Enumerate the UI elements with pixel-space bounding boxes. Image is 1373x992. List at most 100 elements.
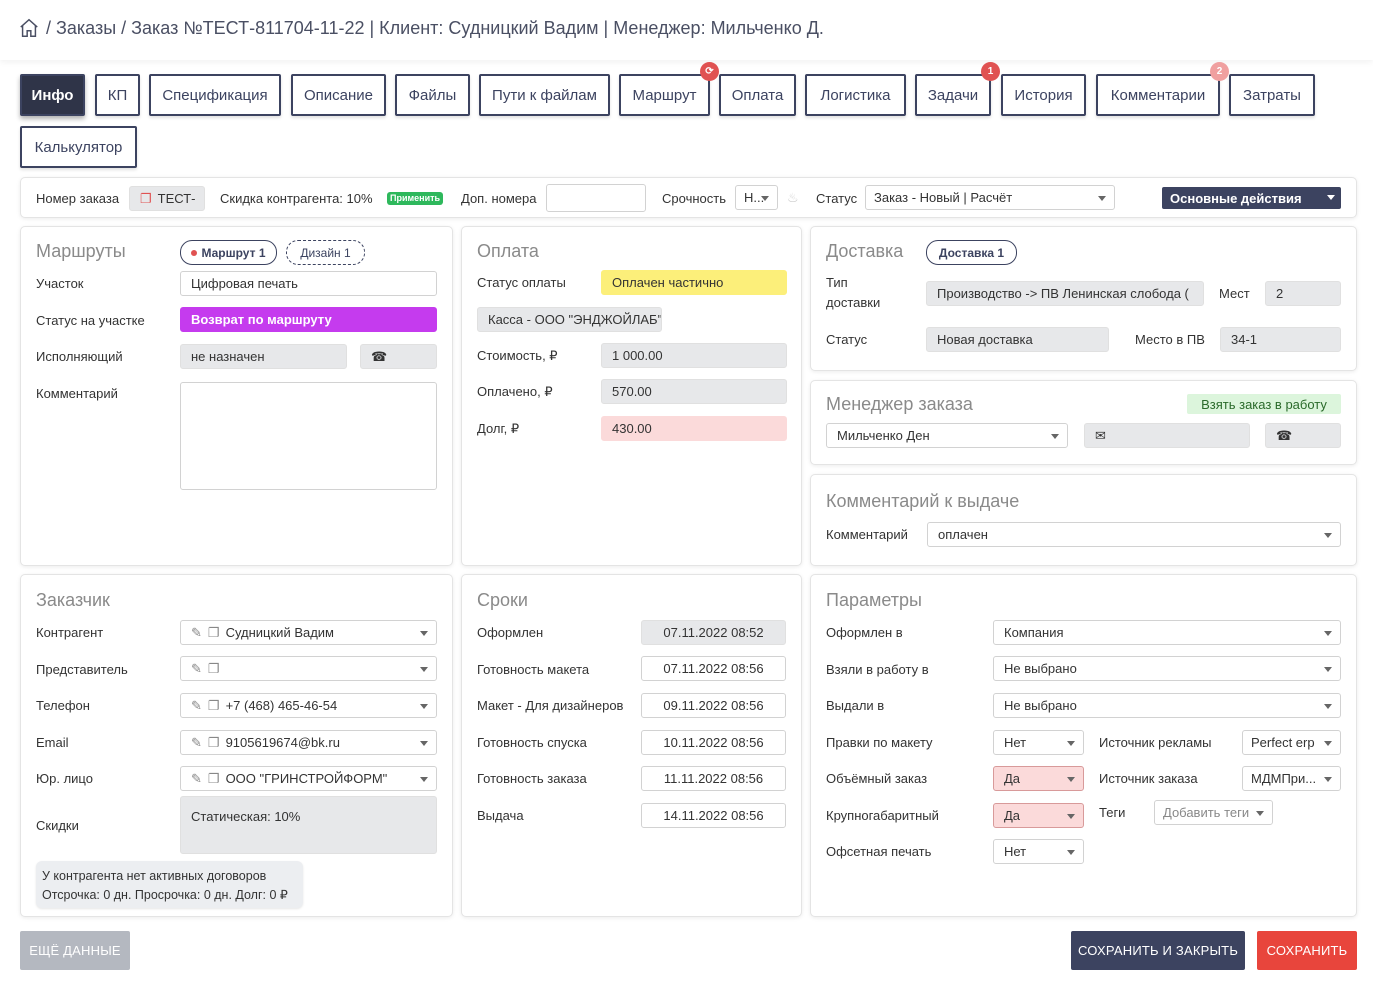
pickup-place-label: Место в ПВ (1135, 332, 1205, 347)
date-layout-ready[interactable]: 07.11.2022 08:56 (641, 656, 786, 681)
phone-label: Телефон (36, 698, 90, 713)
copy-icon[interactable]: ❐ (208, 771, 220, 787)
date-designers[interactable]: 09.11.2022 08:56 (641, 693, 786, 718)
section-input[interactable]: Цифровая печать (180, 271, 437, 296)
taken-in-select[interactable]: Не выбрано (993, 656, 1341, 681)
main-actions-button[interactable]: Основные действия (1162, 187, 1341, 209)
edit-icon[interactable]: ✎ (191, 661, 202, 677)
layout-edits-select[interactable]: Нет (993, 730, 1084, 755)
edit-icon[interactable]: ✎ (191, 625, 202, 641)
tab-files[interactable]: Файлы (395, 74, 470, 116)
edit-icon[interactable]: ✎ (191, 735, 202, 751)
date-imposition[interactable]: 10.11.2022 08:56 (641, 730, 786, 755)
contractor-discount-label: Скидка контрагента: 10% (220, 191, 373, 206)
date-issue[interactable]: 14.11.2022 08:56 (641, 803, 786, 828)
phone-value: +7 (468) 465-46-54 (225, 698, 338, 713)
email-select[interactable]: ✎ ❐ 9105619674@bk.ru (180, 730, 437, 755)
ad-source-select[interactable]: Perfect erp (1242, 730, 1341, 755)
date-label-imposition: Готовность спуска (477, 735, 587, 750)
delivery-title: Доставка (826, 241, 904, 261)
route-1-pill[interactable]: Маршрут 1 (180, 240, 277, 265)
volume-order-select[interactable]: Да (993, 766, 1084, 791)
tab-tasks[interactable]: Задачи 1 (915, 62, 1000, 116)
oversized-select[interactable]: Да (993, 803, 1084, 828)
copy-icon[interactable]: ❐ (208, 661, 220, 677)
tab-expenses[interactable]: Затраты (1229, 74, 1315, 116)
delivery-type-field[interactable]: Производство -> ПВ Ленинская слобода ( (926, 281, 1204, 306)
tab-info[interactable]: Инфо (20, 74, 85, 116)
copy-icon[interactable]: ❐ (208, 735, 220, 751)
legal-entity-select[interactable]: ✎ ❐ ООО "ГРИНСТРОЙФОРМ" (180, 766, 437, 791)
header: / Заказы / Заказ №ТЕСТ-811704-11-22 | Кл… (0, 0, 1373, 60)
home-icon[interactable] (18, 17, 40, 39)
layout-edits-label: Правки по макету (826, 735, 933, 750)
payment-panel: Оплата Статус оплаты Оплачен частично Ка… (461, 226, 802, 566)
apply-discount-button[interactable]: Применить (387, 192, 444, 205)
manager-phone[interactable]: ☎ (1265, 423, 1341, 448)
tab-payment[interactable]: Оплата (719, 74, 796, 116)
date-created: 07.11.2022 08:52 (641, 620, 786, 645)
tab-kp[interactable]: КП (95, 74, 140, 116)
discounts-label: Скидки (36, 818, 79, 833)
status-select[interactable]: Заказ - Новый | Расчёт (865, 185, 1115, 210)
contractor-select[interactable]: ✎ ❐ Судницкий Вадим (180, 620, 437, 645)
offset-print-label: Офсетная печать (826, 844, 932, 859)
copy-icon[interactable]: ❐ (208, 698, 220, 714)
design-1-pill[interactable]: Дизайн 1 (286, 240, 365, 265)
order-source-select[interactable]: МДМПри... (1242, 766, 1341, 791)
issue-comment-panel: Комментарий к выдаче Комментарий оплачен (810, 474, 1357, 566)
date-order-ready[interactable]: 11.11.2022 08:56 (641, 766, 786, 791)
manager-email[interactable]: ✉ (1084, 423, 1250, 448)
comments-count-badge: 2 (1210, 62, 1229, 81)
delivery-1-pill[interactable]: Доставка 1 (926, 240, 1017, 265)
offset-print-select[interactable]: Нет (993, 839, 1084, 864)
places-value[interactable]: 2 (1265, 281, 1341, 306)
cost-label: Стоимость, ₽ (477, 348, 558, 363)
phone-select[interactable]: ✎ ❐ +7 (468) 465-46-54 (180, 693, 437, 718)
legal-entity-value: ООО "ГРИНСТРОЙФОРМ" (225, 771, 388, 786)
urgency-label: Срочность (662, 191, 726, 206)
made-in-label: Оформлен в (826, 625, 903, 640)
tab-description[interactable]: Описание (291, 74, 386, 116)
edit-icon[interactable]: ✎ (191, 698, 202, 714)
made-in-select[interactable]: Компания (993, 620, 1341, 645)
fire-icon: ♨ (787, 190, 799, 205)
debt-value: 430.00 (601, 416, 787, 441)
issued-in-select[interactable]: Не выбрано (993, 693, 1341, 718)
tab-calculator[interactable]: Калькулятор (20, 126, 137, 168)
extra-numbers-input[interactable] (546, 184, 646, 212)
params-title: Параметры (826, 590, 922, 610)
representative-select[interactable]: ✎ ❐ (180, 656, 437, 681)
tags-select[interactable]: Добавить теги (1154, 800, 1273, 825)
tab-history[interactable]: История (1001, 74, 1086, 116)
executor-phone[interactable]: ☎ (360, 344, 437, 369)
executor-input[interactable]: не назначен (180, 344, 347, 369)
pickup-place-value[interactable]: 34-1 (1220, 327, 1341, 352)
copy-icon[interactable]: ❐ (140, 191, 152, 207)
save-and-close-button[interactable]: СОХРАНИТЬ И ЗАКРЫТЬ (1071, 931, 1245, 970)
discounts-textarea[interactable]: Статическая: 10% (180, 796, 437, 854)
customer-panel: Заказчик Контрагент ✎ ❐ Судницкий Вадим Пр… (20, 574, 453, 917)
take-order-button[interactable]: Взять заказ в работу (1187, 394, 1341, 414)
tab-file-paths[interactable]: Пути к файлам (479, 74, 610, 116)
more-data-button[interactable]: ЕЩЁ ДАННЫЕ (20, 931, 130, 970)
tab-comments[interactable]: Комментарии 2 (1096, 62, 1229, 116)
tab-comments-label: Комментарии (1110, 86, 1206, 104)
section-status-select[interactable]: Возврат по маршруту (180, 307, 437, 332)
payment-status-field: Оплачен частично (601, 270, 787, 295)
tags-label: Теги (1099, 805, 1126, 820)
tab-logistics[interactable]: Логистика (805, 74, 906, 116)
issue-comment-select[interactable]: оплачен (927, 522, 1341, 547)
section-status-label: Статус на участке (36, 313, 145, 328)
save-button[interactable]: СОХРАНИТЬ (1257, 931, 1357, 970)
urgency-select[interactable]: Н... (735, 185, 778, 210)
tab-route[interactable]: Маршрут ⟳ (619, 62, 719, 116)
tab-spec[interactable]: Спецификация (149, 74, 281, 116)
edit-icon[interactable]: ✎ (191, 771, 202, 787)
route-comment-textarea[interactable] (180, 382, 437, 490)
order-number-field[interactable]: ❐ ТЕСТ- (129, 186, 205, 211)
copy-icon[interactable]: ❐ (208, 625, 220, 641)
email-label: Email (36, 735, 69, 750)
cashbox-select[interactable]: Касса - ООО "ЭНДЖОЙЛАБ" (477, 307, 662, 332)
manager-select[interactable]: Мильченко Ден (826, 423, 1068, 448)
